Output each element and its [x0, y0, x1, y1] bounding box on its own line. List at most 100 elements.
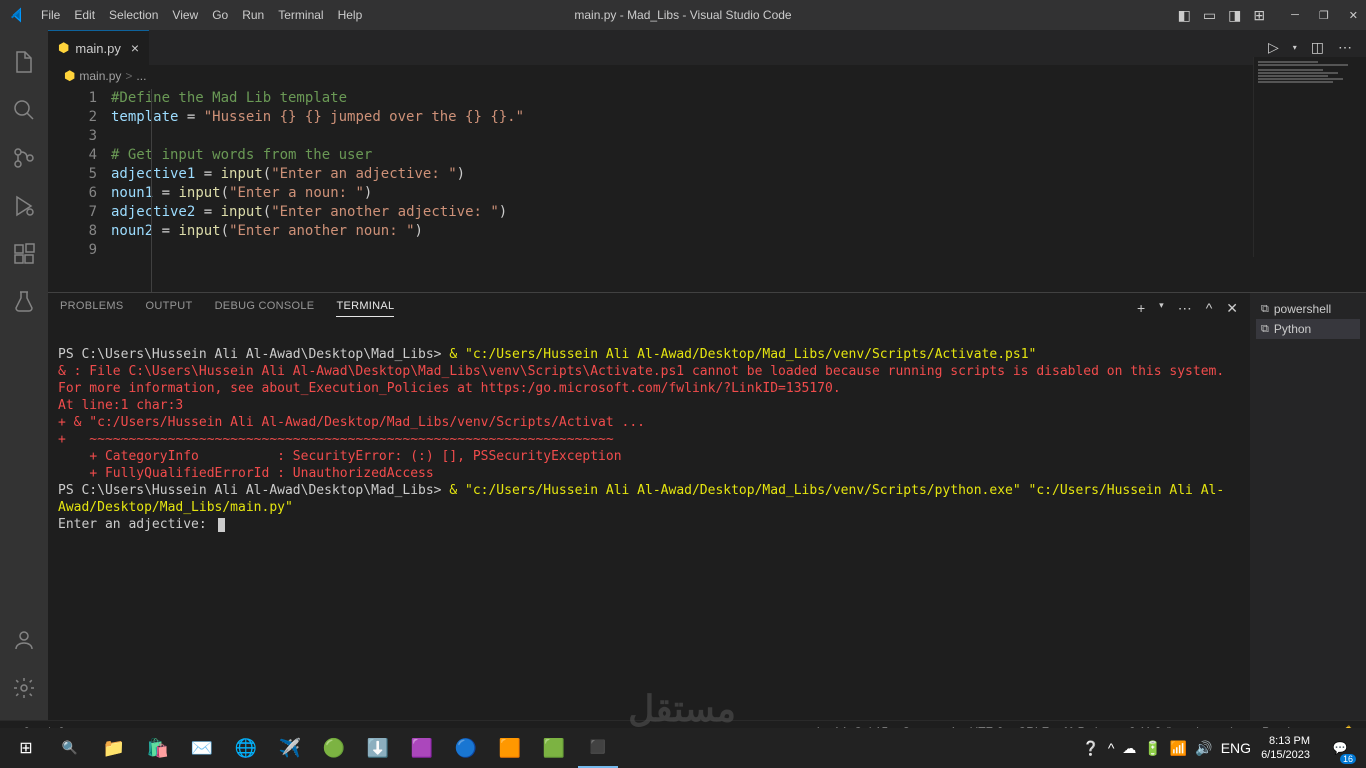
panel-tab-debug-console[interactable]: DEBUG CONSOLE	[215, 300, 315, 317]
close-icon[interactable]: ✕	[1349, 9, 1358, 22]
panel-more-icon[interactable]: ⋯	[1178, 300, 1192, 317]
terminal-name: powershell	[1274, 302, 1331, 316]
terminal-list-sidebar: ⧉ powershell ⧉ Python	[1250, 293, 1366, 720]
split-editor-icon[interactable]: ◫	[1311, 39, 1324, 56]
terminal-error-line: + ~~~~~~~~~~~~~~~~~~~~~~~~~~~~~~~~~~~~~~…	[58, 432, 614, 447]
terminal-icon: ⧉	[1261, 303, 1269, 316]
notification-badge: 16	[1340, 754, 1356, 764]
menu-bar: FileEditSelectionViewGoRunTerminalHelp	[34, 4, 369, 26]
taskbar-clock[interactable]: 8:13 PM 6/15/2023	[1261, 734, 1310, 762]
pycharm-icon[interactable]: 🟪	[402, 728, 442, 768]
extensions-icon[interactable]	[0, 230, 48, 278]
run-dropdown-icon[interactable]: ▾	[1293, 43, 1297, 52]
accounts-icon[interactable]	[0, 616, 48, 664]
whatsapp-icon[interactable]: 🟢	[314, 728, 354, 768]
menu-terminal[interactable]: Terminal	[271, 4, 330, 26]
tray-volume-icon[interactable]: 🔊	[1195, 740, 1212, 757]
terminal-item-python[interactable]: ⧉ Python	[1256, 319, 1360, 339]
menu-edit[interactable]: Edit	[67, 4, 102, 26]
terminal-command: & "c:/Users/Hussein Ali Al-Awad/Desktop/…	[449, 347, 1036, 362]
explorer-icon[interactable]	[0, 38, 48, 86]
terminal-name: Python	[1274, 322, 1311, 336]
clock-date: 6/15/2023	[1261, 748, 1310, 762]
source-control-icon[interactable]	[0, 134, 48, 182]
tab-close-icon[interactable]: ×	[131, 40, 139, 56]
vscode-taskbar-icon[interactable]: ⬛	[578, 728, 618, 768]
start-button[interactable]: ⊞	[6, 728, 46, 768]
app-icon[interactable]: 🟧	[490, 728, 530, 768]
terminal-cursor	[218, 518, 225, 532]
chrome-icon[interactable]: 🔵	[446, 728, 486, 768]
new-terminal-icon[interactable]: +	[1137, 300, 1145, 317]
breadcrumb-rest: ...	[136, 69, 146, 83]
editor-more-icon[interactable]: ⋯	[1338, 39, 1352, 56]
tray-language[interactable]: ENG	[1221, 740, 1251, 756]
panel-tab-output[interactable]: OUTPUT	[146, 300, 193, 317]
terminal-error-line: & : File C:\Users\Hussein Ali Al-Awad\De…	[58, 364, 1232, 396]
title-bar: FileEditSelectionViewGoRunTerminalHelp m…	[0, 0, 1366, 30]
editor-pane[interactable]: 123456789 #Define the Mad Lib templatete…	[48, 87, 1366, 292]
terminal-item-powershell[interactable]: ⧉ powershell	[1256, 299, 1360, 319]
panel-tab-terminal[interactable]: TERMINAL	[336, 300, 394, 317]
minimap[interactable]	[1253, 57, 1366, 257]
split-right-icon[interactable]: ◨	[1228, 7, 1241, 24]
editor-tabs-bar: ⬢ main.py × ▷ ▾ ◫ ⋯	[48, 30, 1366, 65]
editor-tab-main-py[interactable]: ⬢ main.py ×	[48, 30, 149, 65]
search-icon[interactable]	[0, 86, 48, 134]
customize-layout-icon[interactable]: ⊞	[1253, 7, 1265, 24]
clock-time: 8:13 PM	[1261, 734, 1310, 748]
terminal-icon: ⧉	[1261, 323, 1269, 336]
breadcrumb-file: main.py	[79, 69, 121, 83]
terminal-prompt: PS C:\Users\Hussein Ali Al-Awad\Desktop\…	[58, 347, 449, 362]
breadcrumb[interactable]: ⬢ main.py > ...	[48, 65, 1366, 87]
tab-filename: main.py	[75, 41, 121, 56]
line-number-gutter: 123456789	[48, 87, 111, 292]
menu-file[interactable]: File	[34, 4, 67, 26]
python-file-icon: ⬢	[64, 68, 75, 84]
tray-onedrive-icon[interactable]: ☁	[1122, 740, 1136, 757]
panel-maximize-icon[interactable]: ^	[1206, 300, 1213, 317]
terminal-input-prompt: Enter an adjective:	[58, 517, 215, 532]
menu-help[interactable]: Help	[331, 4, 370, 26]
testing-icon[interactable]	[0, 278, 48, 326]
telegram-icon[interactable]: ✈️	[270, 728, 310, 768]
window-title: main.py - Mad_Libs - Visual Studio Code	[574, 8, 791, 22]
menu-selection[interactable]: Selection	[102, 4, 165, 26]
menu-run[interactable]: Run	[235, 4, 271, 26]
python-file-icon: ⬢	[58, 40, 69, 56]
run-debug-icon[interactable]	[0, 182, 48, 230]
vscode-logo-icon	[0, 7, 34, 23]
menu-go[interactable]: Go	[205, 4, 235, 26]
panel-tab-problems[interactable]: PROBLEMS	[60, 300, 124, 317]
notifications-icon[interactable]: 💬 16	[1320, 728, 1360, 768]
minimize-icon[interactable]: ─	[1291, 9, 1299, 22]
windows-taskbar: ⊞ 🔍 📁 🛍️ ✉️ 🌐 ✈️ 🟢 ⬇️ 🟪 🔵 🟧 🟩 ⬛ ❔ ^ ☁ 🔋 …	[0, 728, 1366, 768]
mail-icon[interactable]: ✉️	[182, 728, 222, 768]
tray-wifi-icon[interactable]: 📶	[1170, 740, 1187, 757]
taskbar-search-icon[interactable]: 🔍	[50, 728, 90, 768]
run-play-icon[interactable]: ▷	[1268, 39, 1279, 56]
maximize-icon[interactable]: ❐	[1319, 9, 1329, 22]
terminal-dropdown-icon[interactable]: ▾	[1159, 300, 1164, 317]
terminal-body[interactable]: PS C:\Users\Hussein Ali Al-Awad\Desktop\…	[48, 323, 1250, 720]
panel-close-icon[interactable]: ✕	[1226, 300, 1238, 317]
tray-battery-icon[interactable]: 🔋	[1144, 740, 1161, 757]
panel-layout-icon[interactable]: ▭	[1203, 7, 1216, 24]
split-layout-icon[interactable]: ◧	[1178, 7, 1191, 24]
title-right: ◧ ▭ ◨ ⊞ ─ ❐ ✕	[1178, 7, 1358, 24]
edge-icon[interactable]: 🌐	[226, 728, 266, 768]
bottom-panel: PROBLEMS OUTPUT DEBUG CONSOLE TERMINAL +…	[48, 292, 1366, 720]
tray-help-icon[interactable]: ❔	[1082, 740, 1099, 757]
code-content[interactable]: #Define the Mad Lib templatetemplate = "…	[111, 87, 524, 292]
activity-bar	[0, 30, 48, 720]
ms-store-icon[interactable]: 🛍️	[138, 728, 178, 768]
idm-icon[interactable]: ⬇️	[358, 728, 398, 768]
settings-gear-icon[interactable]	[0, 664, 48, 712]
tray-chevron-icon[interactable]: ^	[1108, 740, 1115, 756]
excel-icon[interactable]: 🟩	[534, 728, 574, 768]
menu-view[interactable]: View	[165, 4, 205, 26]
file-explorer-icon[interactable]: 📁	[94, 728, 134, 768]
terminal-error-line: + CategoryInfo : SecurityError: (:) [], …	[58, 449, 622, 464]
terminal-error-line: + & "c:/Users/Hussein Ali Al-Awad/Deskto…	[58, 415, 645, 430]
chevron-right-icon: >	[125, 69, 132, 83]
